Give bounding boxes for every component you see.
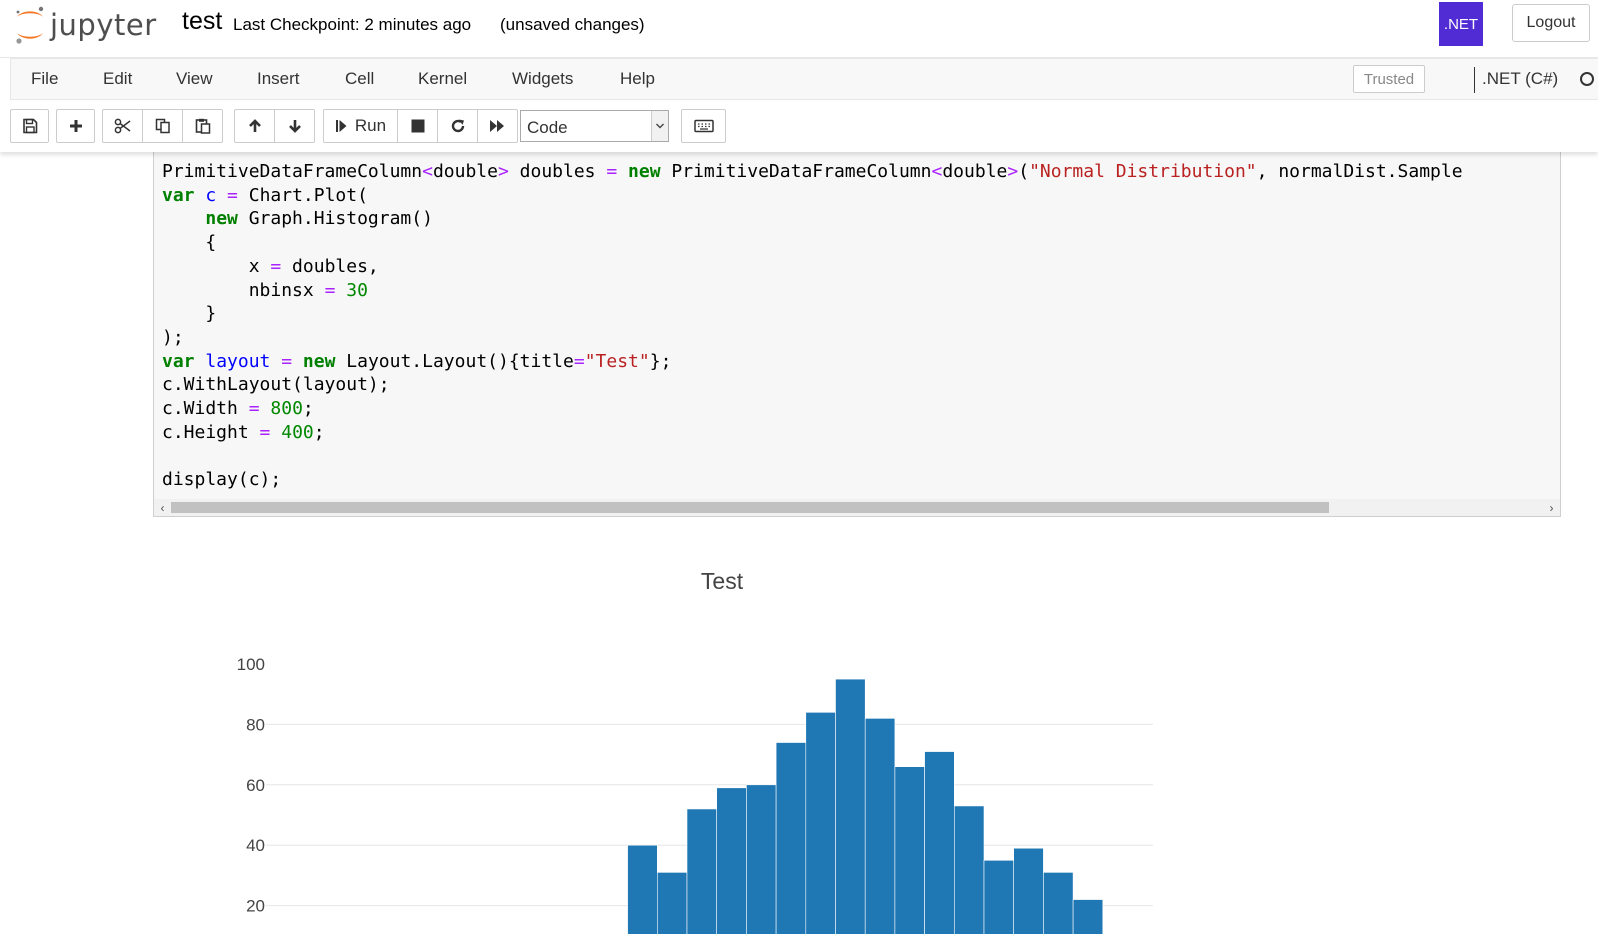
menu-help[interactable]: Help [620, 69, 655, 89]
y-tick-label: 60 [246, 776, 265, 795]
interrupt-button[interactable] [397, 109, 438, 143]
chevron-down-icon [651, 111, 668, 141]
toolbar: Run Code [0, 102, 1598, 152]
code-line: new Graph.Histogram() [205, 208, 433, 230]
histogram-bar[interactable] [1072, 899, 1104, 934]
move-down-button[interactable] [274, 109, 315, 143]
restart-icon [451, 119, 464, 133]
menu-kernel[interactable]: Kernel [418, 69, 467, 89]
code-line: c.Height = 400; [162, 421, 325, 443]
histogram-bar[interactable] [835, 678, 866, 934]
paste-button[interactable] [182, 109, 223, 143]
menubar: File Edit View Insert Cell Kernel Widget… [10, 58, 1598, 100]
menu-insert[interactable]: Insert [257, 69, 300, 89]
menu-file[interactable]: File [31, 69, 58, 89]
y-tick-label: 80 [246, 715, 265, 734]
restart-run-all-button[interactable] [477, 109, 518, 143]
histogram-bar[interactable] [924, 751, 955, 934]
histogram-bar[interactable] [805, 712, 836, 934]
menu-edit[interactable]: Edit [103, 69, 132, 89]
code-line: var layout = new Layout.Layout(){title="… [162, 350, 672, 372]
scissors-icon [114, 118, 130, 134]
code-line: c.Width = 800; [162, 398, 314, 420]
command-palette-button[interactable] [681, 109, 726, 143]
code-editor[interactable]: PrimitiveDataFrameColumn<double> doubles… [162, 160, 1463, 492]
code-line: } [162, 303, 217, 325]
histogram-bar[interactable] [894, 766, 925, 934]
stop-icon [411, 119, 424, 133]
histogram-bar[interactable] [953, 805, 985, 934]
y-tick-label: 20 [246, 897, 265, 916]
dotnet-badge: .NET [1439, 2, 1483, 46]
save-icon [22, 118, 37, 134]
trusted-indicator[interactable]: Trusted [1353, 65, 1425, 93]
histogram-bar[interactable] [656, 872, 688, 934]
plus-icon [69, 120, 82, 132]
kernel-name: .NET (C#) [1482, 69, 1559, 88]
code-line: { [162, 232, 217, 254]
code-line: display(c); [162, 469, 282, 491]
code-line: c.WithLayout(layout); [162, 374, 390, 396]
chart-title: Test [701, 568, 744, 594]
code-line: x = doubles, [162, 255, 379, 277]
histogram-bar[interactable] [627, 844, 658, 934]
code-line: ); [162, 326, 184, 348]
histogram-bar[interactable] [775, 742, 807, 934]
notebook-header: jupyter test Last Checkpoint: 2 minutes … [0, 0, 1598, 58]
histogram-bar[interactable] [983, 859, 1015, 934]
jupyter-logo[interactable]: jupyter [14, 3, 157, 47]
cell-type-select[interactable]: Code [520, 110, 669, 142]
arrow-down-icon [288, 120, 301, 133]
checkpoint-status: Last Checkpoint: 2 minutes ago [233, 15, 472, 34]
insert-cell-button[interactable] [56, 109, 95, 143]
copy-icon [155, 118, 170, 134]
notebook-name[interactable]: test [182, 7, 222, 36]
save-button[interactable] [10, 109, 49, 143]
jupyter-logo-icon [16, 6, 44, 44]
code-line: var c = Chart.Plot( [162, 184, 368, 206]
histogram-chart: Test 20 40 60 80 100 [237, 568, 1153, 934]
arrow-up-icon [248, 119, 261, 132]
cell-type-value: Code [527, 118, 568, 137]
restart-kernel-button[interactable] [437, 109, 478, 143]
fast-forward-icon [489, 120, 504, 132]
run-label: Run [354, 116, 387, 135]
histogram-bar[interactable] [716, 787, 747, 934]
histogram-bar[interactable] [1043, 872, 1074, 934]
keyboard-icon [693, 119, 714, 133]
histogram-bar[interactable] [686, 808, 718, 934]
copy-button[interactable] [142, 109, 183, 143]
scroll-left-icon[interactable]: ‹ [154, 499, 171, 516]
histogram-bar[interactable] [864, 718, 896, 934]
scrollbar-thumb[interactable] [171, 502, 1329, 513]
logout-button[interactable]: Logout [1512, 4, 1590, 42]
cut-button[interactable] [102, 109, 143, 143]
jupyter-logo-text: jupyter [50, 8, 157, 42]
horizontal-scrollbar[interactable]: ‹ › [154, 499, 1560, 516]
autosave-status: (unsaved changes) [500, 15, 645, 34]
y-tick-label: 40 [246, 836, 265, 855]
histogram-bar[interactable] [1013, 847, 1044, 934]
move-up-button[interactable] [234, 109, 275, 143]
menu-cell[interactable]: Cell [345, 69, 374, 89]
run-icon [335, 120, 347, 132]
menu-view[interactable]: View [176, 69, 213, 89]
scroll-right-icon[interactable]: › [1543, 499, 1560, 516]
output-area: Test 20 40 60 80 100 [153, 540, 1153, 934]
histogram-bar[interactable] [746, 784, 777, 934]
kernel-idle-indicator [1580, 72, 1594, 86]
y-tick-label: 100 [237, 655, 265, 674]
menu-widgets[interactable]: Widgets [512, 69, 573, 89]
code-line: PrimitiveDataFrameColumn<double> doubles… [162, 161, 1463, 182]
code-cell[interactable]: PrimitiveDataFrameColumn<double> doubles… [153, 150, 1561, 517]
run-button[interactable]: Run [323, 109, 398, 143]
kernel-separator [1474, 67, 1475, 93]
paste-icon [195, 118, 210, 134]
code-line: nbinsx = 30 [162, 279, 368, 301]
